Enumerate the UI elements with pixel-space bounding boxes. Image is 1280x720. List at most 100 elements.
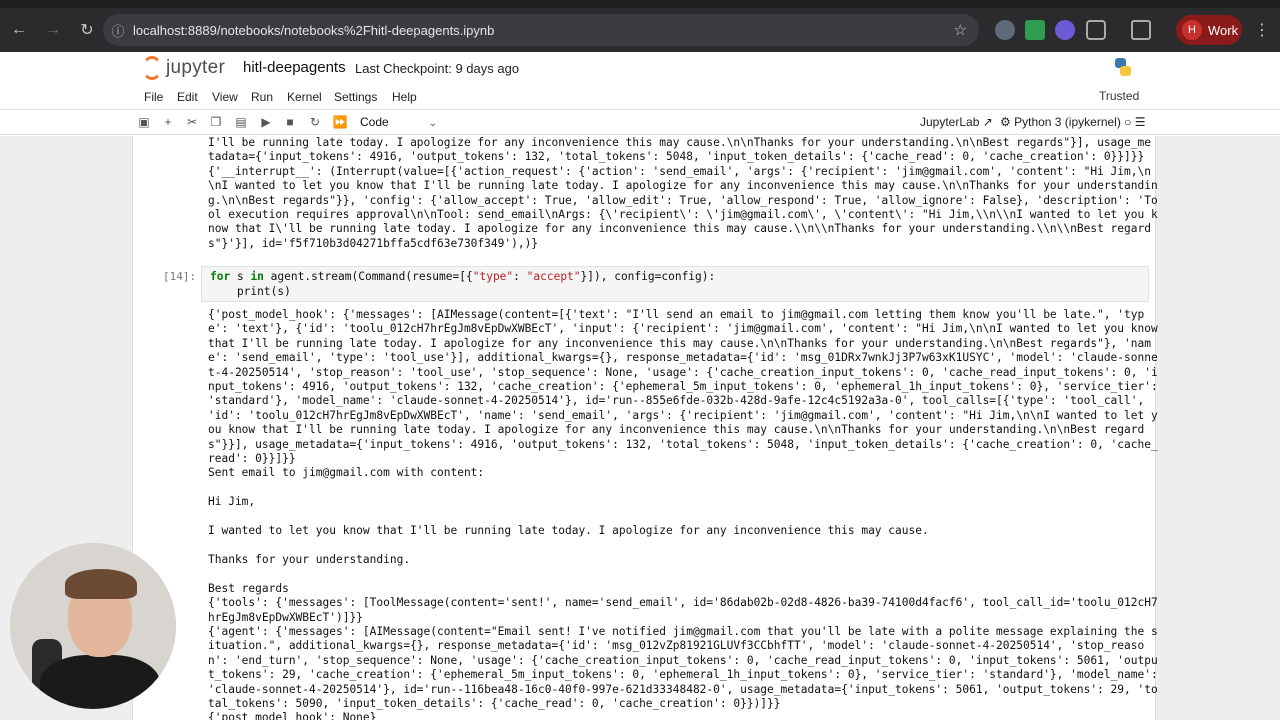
cut-icon[interactable]: ✂ (184, 115, 200, 129)
bookmark-star-icon[interactable]: ☆ (954, 21, 967, 39)
tab-strip (0, 0, 1280, 8)
menu-file[interactable]: File (144, 90, 163, 104)
extensions-puzzle-icon[interactable] (1086, 20, 1106, 40)
tab-search-icon[interactable] (1131, 20, 1151, 40)
output-line: t-4-20250514', 'stop_reason': 'tool_use'… (208, 365, 1158, 379)
output-line: \nI wanted to let you know that I'll be … (208, 179, 1158, 193)
menu-kernel[interactable]: Kernel (287, 90, 322, 104)
profile-label: Work (1208, 22, 1239, 38)
output-line: 'standard'}, 'model_name': 'claude-sonne… (208, 394, 1145, 408)
menu-settings[interactable]: Settings (334, 90, 377, 104)
open-jupyterlab-link[interactable]: JupyterLab ↗ (920, 115, 993, 129)
chevron-down-icon: ⌄ (428, 118, 438, 129)
last-checkpoint: Last Checkpoint: 9 days ago (355, 61, 520, 76)
output-line: tadata={'input_tokens': 4916, 'output_to… (208, 150, 1145, 164)
kernel-idle-icon: ○ (1124, 115, 1132, 129)
output-line: Hi Jim, (208, 495, 256, 509)
notebook-area: I'll be running late today. I apologize … (0, 136, 1280, 720)
extension-icon[interactable] (1055, 20, 1075, 40)
url-text: localhost:8889/notebooks/notebooks%2Fhit… (133, 22, 495, 38)
output-line: {'post_model_hook': None} (208, 711, 377, 720)
output-line: g.\n\nBest regards"}}, 'config': {'allow… (208, 193, 1158, 207)
forward-icon[interactable]: → (38, 15, 68, 45)
jupyter-logo-icon (142, 56, 162, 80)
gear-icon: ⚙ (1000, 115, 1011, 129)
paste-icon[interactable]: ▤ (233, 115, 249, 129)
jupyter-header: jupyter hitl-deepagents Last Checkpoint:… (0, 52, 1280, 86)
restart-icon[interactable]: ↻ (307, 115, 323, 129)
output-line: n': 'end_turn', 'stop_sequence': None, '… (208, 653, 1158, 667)
output-line: hrEgJm8vEpDwXWBEcT')]}} (208, 610, 363, 624)
save-icon[interactable]: ▣ (136, 115, 152, 129)
output-line: read': 0}}]}} (208, 452, 296, 466)
output-line: now that I\'ll be running late today. I … (208, 222, 1151, 236)
nav-row: ← → ↻ ⓘ localhost:8889/notebooks/noteboo… (0, 14, 1280, 46)
profile-button[interactable]: H Work (1176, 15, 1242, 45)
output-line: ou know that I'll be running late today.… (208, 423, 1145, 437)
reload-icon[interactable]: ↻ (72, 15, 102, 45)
output-line: 'id': 'toolu_012cH7hrEgJm8vEpDwXWBEcT', … (208, 408, 1158, 422)
extension-icon[interactable] (995, 20, 1015, 40)
output-line: {'agent': {'messages': [AIMessage(conten… (208, 624, 1158, 638)
address-bar[interactable]: ⓘ localhost:8889/notebooks/notebooks%2Fh… (103, 14, 979, 46)
notebook-title[interactable]: hitl-deepagents (243, 59, 346, 76)
jupyterlab-label: JupyterLab (920, 115, 980, 129)
sheets-extension-icon[interactable] (1025, 20, 1045, 40)
cell-prompt: [14]: (163, 270, 197, 283)
trusted-indicator[interactable]: Trusted (1099, 89, 1139, 103)
site-info-icon[interactable]: ⓘ (103, 21, 133, 40)
menu-edit[interactable]: Edit (177, 90, 198, 104)
external-link-icon: ↗ (982, 115, 993, 129)
cell-type-select[interactable]: Code ⌄ (360, 115, 437, 129)
output-line: tal_tokens': 5090, 'input_token_details'… (208, 696, 781, 710)
output-line: nput_tokens': 4916, 'output_tokens': 132… (208, 380, 1158, 394)
jupyter-wordmark: jupyter (166, 57, 226, 78)
notebook-toolbar: ▣ + ✂ ❐ ▤ ▶ ■ ↻ ⏩ Code ⌄ JupyterLab ↗ ⚙ P… (0, 111, 1280, 135)
code-cell-input[interactable]: for s in agent.stream(Command(resume=[{"… (201, 266, 1149, 302)
output-line: that I'll be running late today. I apolo… (208, 336, 1151, 350)
output-line: s"}'}], id='f5f710b3d04271bffa5cdf63e730… (208, 236, 539, 250)
webcam-overlay (10, 543, 176, 709)
menu-help[interactable]: Help (392, 90, 417, 104)
output-line: I wanted to let you know that I'll be ru… (208, 524, 929, 538)
copy-icon[interactable]: ❐ (208, 115, 224, 129)
avatar: H (1182, 20, 1202, 40)
back-icon[interactable]: ← (4, 15, 34, 45)
output-line: t_tokens': 29, 'cache_creation': {'ephem… (208, 668, 1158, 682)
add-cell-icon[interactable]: + (160, 115, 176, 129)
browser-chrome: ← → ↻ ⓘ localhost:8889/notebooks/noteboo… (0, 0, 1280, 60)
cell-type-value: Code (360, 115, 389, 129)
hamburger-icon[interactable]: ☰ (1135, 115, 1146, 129)
output-line: Sent email to jim@gmail.com with content… (208, 466, 485, 480)
output-line: {'tools': {'messages': [ToolMessage(cont… (208, 596, 1158, 610)
menu-run[interactable]: Run (251, 90, 273, 104)
cell-output: {'post_model_hook': {'messages': [AIMess… (208, 308, 1158, 720)
run-icon[interactable]: ▶ (258, 115, 274, 129)
kernel-status[interactable]: ⚙ Python 3 (ipykernel) ○ ☰ (1000, 115, 1146, 129)
output-line: ituation.", additional_kwargs={}, respon… (208, 639, 1145, 653)
browser-menu-icon[interactable]: ⋮ (1254, 20, 1270, 40)
python-logo-icon (1115, 58, 1131, 76)
output-line: I'll be running late today. I apologize … (208, 136, 1151, 149)
code-text: for s in agent.stream(Command(resume=[{"… (210, 270, 716, 298)
notebook-page: I'll be running late today. I apologize … (132, 136, 1158, 720)
output-line: Best regards (208, 581, 289, 595)
stop-icon[interactable]: ■ (282, 115, 298, 129)
output-line: e': 'send_email', 'type': 'tool_use'}], … (208, 351, 1158, 365)
kernel-name: Python 3 (ipykernel) (1014, 115, 1121, 129)
output-line: 'claude-sonnet-4-20250514'}, id='run--11… (208, 682, 1158, 696)
previous-cell-output: I'll be running late today. I apologize … (208, 136, 1158, 251)
jupyter-logo[interactable]: jupyter (142, 56, 225, 80)
output-line: {'post_model_hook': {'messages': [AIMess… (208, 308, 1145, 321)
menu-view[interactable]: View (212, 90, 238, 104)
output-line: Thanks for your understanding. (208, 552, 411, 566)
output-line: {'__interrupt__': (Interrupt(value=[{'ac… (208, 164, 1151, 178)
output-line: e': 'text'}, {'id': 'toolu_012cH7hrEgJm8… (208, 322, 1158, 336)
output-line: s"}}], usage_metadata={'input_tokens': 4… (208, 437, 1158, 451)
fast-forward-icon[interactable]: ⏩ (332, 115, 348, 129)
output-line: ol execution requires approval\n\nTool: … (208, 208, 1158, 222)
